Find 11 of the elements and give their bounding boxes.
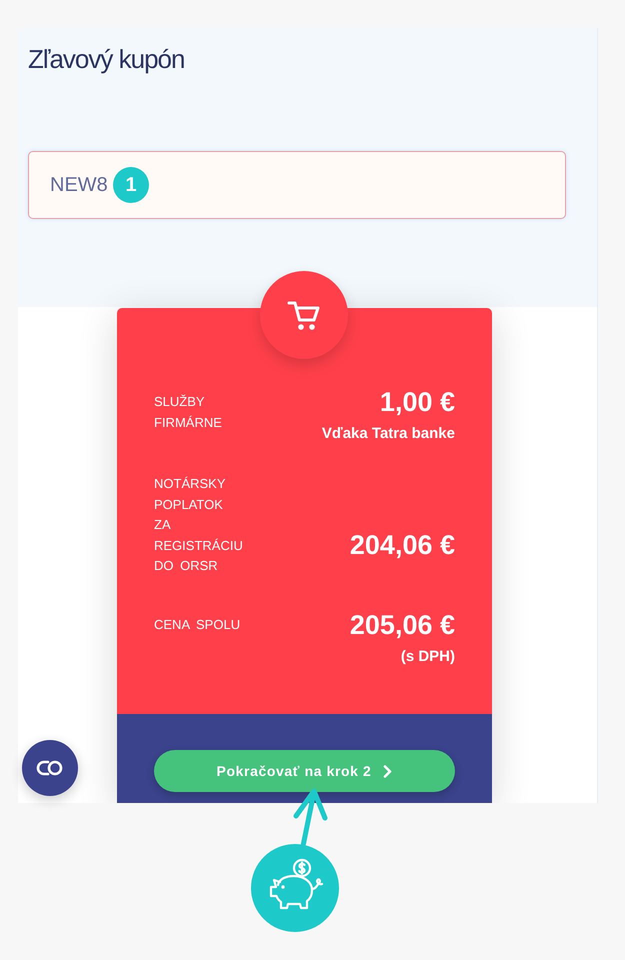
item-price: 1,00 € bbox=[380, 386, 455, 418]
item-price: 204,06 € bbox=[350, 528, 455, 560]
chevron-right-icon bbox=[383, 764, 392, 778]
item-label: NOTÁRSKY POPLATOK ZA REGISTRÁCIU DO ORSR bbox=[154, 475, 244, 575]
item-price: 205,06 € bbox=[350, 608, 455, 640]
price-note: Vďaka Tatra banke bbox=[322, 424, 455, 444]
page-title: Zľavový kupón bbox=[28, 43, 186, 76]
item-label: SLUŽBY FIRMÁRNE bbox=[154, 393, 223, 432]
item-label: CENA SPOLU bbox=[154, 616, 242, 634]
price-note: (s DPH) bbox=[400, 646, 455, 666]
toggle-icon bbox=[36, 760, 64, 776]
